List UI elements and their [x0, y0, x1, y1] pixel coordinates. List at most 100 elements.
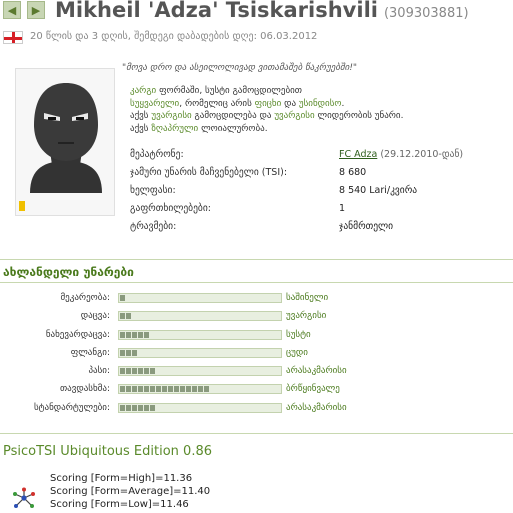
tsi-label: ჯამური უნარის მაჩვენებელი (TSI):: [130, 166, 288, 178]
skill-bar-segment: [204, 386, 209, 393]
next-player-button[interactable]: ▶: [27, 1, 45, 19]
skill-row: ნახევარდაცვა: სუსტი: [0, 327, 513, 345]
psicotsi-molecule-icon: [13, 487, 35, 508]
player-title: Mikheil 'Adza' Tsiskarishvili (309303881): [55, 0, 469, 22]
skill-level: არასაკმარისი: [286, 366, 347, 377]
skill-row: პასი: არასაკმარისი: [0, 363, 513, 381]
skill-name: მეკარეობა:: [60, 293, 110, 303]
skill-row: თავდასხმა: ბრწყინვალე: [0, 381, 513, 399]
skill-bar: [118, 402, 282, 413]
desc-line-3: აქვს უვარგისი გამოცდილება და უვარგისი ლი…: [130, 111, 404, 121]
skill-bar-segment: [120, 295, 125, 301]
score-low: Scoring [Form=Low]=11.46: [50, 499, 189, 510]
desc-line-1: კარგი ფორმაში, სუსტი გამოცდილებით: [130, 86, 302, 96]
player-description: კარგი ფორმაში, სუსტი გამოცდილებით სუყვარ…: [130, 85, 403, 135]
skill-bar: [118, 384, 282, 395]
skill-level: არასაკმარისი: [286, 402, 347, 413]
skill-bar-segment: [126, 386, 131, 393]
owner-label: მეპატრონე:: [130, 148, 184, 160]
skill-bar-segment: [192, 386, 197, 393]
cards-value: 1: [339, 202, 346, 214]
skill-bar-fill: [120, 386, 210, 393]
skill-bar-segment: [144, 404, 149, 411]
skill-level: უვარგისი: [286, 311, 327, 322]
skill-name: პასი:: [88, 366, 110, 377]
desc-line-4: აქვს ზღაპრული ლოიალურობა.: [130, 123, 268, 134]
skill-bar-segment: [120, 386, 125, 393]
skill-name: ნახევარდაცვა:: [45, 329, 110, 340]
skill-bar: [118, 293, 282, 303]
skill-bar-segment: [126, 331, 131, 338]
wage-label: ხელფასი:: [130, 184, 176, 196]
skill-bar-segment: [120, 368, 125, 375]
skill-bar-segment: [144, 368, 149, 375]
info-row-tsi: ჯამური უნარის მაჩვენებელი (TSI): 8 680: [130, 163, 463, 181]
skill-bar-segment: [126, 349, 131, 356]
skill-row: დაცვა: უვარგისი: [0, 308, 513, 326]
divider: [0, 259, 513, 260]
score-high: Scoring [Form=High]=11.36: [50, 473, 193, 484]
skill-bar-segment: [132, 349, 137, 356]
skill-bar-segment: [126, 404, 131, 411]
skill-bar-segment: [126, 368, 131, 375]
owner-link[interactable]: FC Adza: [339, 149, 377, 160]
skill-bar-fill: [120, 331, 150, 338]
skill-bar-segment: [120, 404, 125, 411]
skills-list: მეკარეობა: საშინელი დაცვა: უვარგისი ნახე…: [0, 290, 513, 418]
injuries-label: ტრავმები:: [130, 220, 177, 232]
georgia-flag-icon[interactable]: [3, 31, 23, 44]
prev-player-button[interactable]: ◀: [3, 1, 21, 19]
psicotsi-scores: Scoring [Form=High]=11.36 Scoring [Form=…: [50, 472, 210, 511]
skill-bar-segment: [138, 368, 143, 375]
skill-bar-segment: [150, 368, 155, 375]
skill-bar-segment: [138, 331, 143, 338]
score-average: Scoring [Form=Average]=11.40: [50, 486, 211, 497]
owner-since: (29.12.2010-დან): [380, 148, 464, 160]
skill-bar-segment: [198, 386, 203, 393]
skill-bar-fill: [120, 368, 156, 375]
skill-level: ცუდი: [286, 347, 308, 358]
desc-line-2: სუყვარელი, რომელიც არის ფიცხი და უსინდის…: [130, 98, 345, 109]
skill-bar-segment: [132, 404, 137, 411]
skill-bar-segment: [126, 313, 131, 320]
skill-bar-fill: [120, 313, 132, 320]
injuries-value: ჯანმრთელი: [339, 220, 394, 232]
skill-bar-segment: [144, 386, 149, 393]
skill-bar-segment: [180, 386, 185, 393]
divider: [0, 282, 513, 283]
skill-bar-segment: [186, 386, 191, 393]
skill-row: ფლანგი: ცუდი: [0, 345, 513, 363]
arrow-right-icon: ▶: [31, 3, 41, 17]
skill-bar-segment: [150, 386, 155, 393]
skill-bar-segment: [132, 331, 137, 338]
age-line: 20 წლის და 3 დღის, შემდეგი დაბადების დღე…: [30, 31, 318, 42]
cards-label: გაფრთხილებები:: [130, 202, 211, 214]
divider: [0, 433, 513, 434]
player-info-table: მეპატრონე: FC Adza (29.12.2010-დან) ჯამუ…: [130, 145, 463, 235]
player-avatar: [15, 68, 115, 216]
skill-bar-segment: [120, 331, 125, 338]
skill-bar-fill: [120, 404, 156, 411]
info-row-injuries: ტრავმები: ჯანმრთელი: [130, 217, 463, 235]
skill-bar: [118, 329, 282, 340]
skill-bar: [118, 347, 282, 358]
skill-bar-segment: [174, 386, 179, 393]
info-row-cards: გაფრთხილებები: 1: [130, 199, 463, 217]
player-name: Mikheil 'Adza' Tsiskarishvili: [55, 0, 378, 22]
player-id: (309303881): [383, 6, 469, 21]
skill-bar-segment: [132, 386, 137, 393]
tsi-value: 8 680: [339, 166, 367, 178]
skill-bar-segment: [168, 386, 173, 393]
skill-bar: [118, 311, 282, 322]
skill-name: თავდასხმა:: [59, 384, 110, 395]
psicotsi-title: PsicoTSI Ubiquitous Edition 0.86: [3, 444, 212, 459]
wage-value: 8 540 Lari/კვირა: [339, 184, 418, 196]
skill-level: ბრწყინვალე: [286, 384, 340, 395]
skill-level: სუსტი: [286, 329, 311, 340]
skill-name: დაცვა:: [80, 311, 110, 322]
status-marker: [19, 201, 25, 211]
skill-bar-segment: [120, 313, 125, 320]
skill-bar-segment: [138, 386, 143, 393]
skill-level: საშინელი: [286, 293, 329, 303]
skill-name: ფლანგი:: [70, 347, 110, 358]
